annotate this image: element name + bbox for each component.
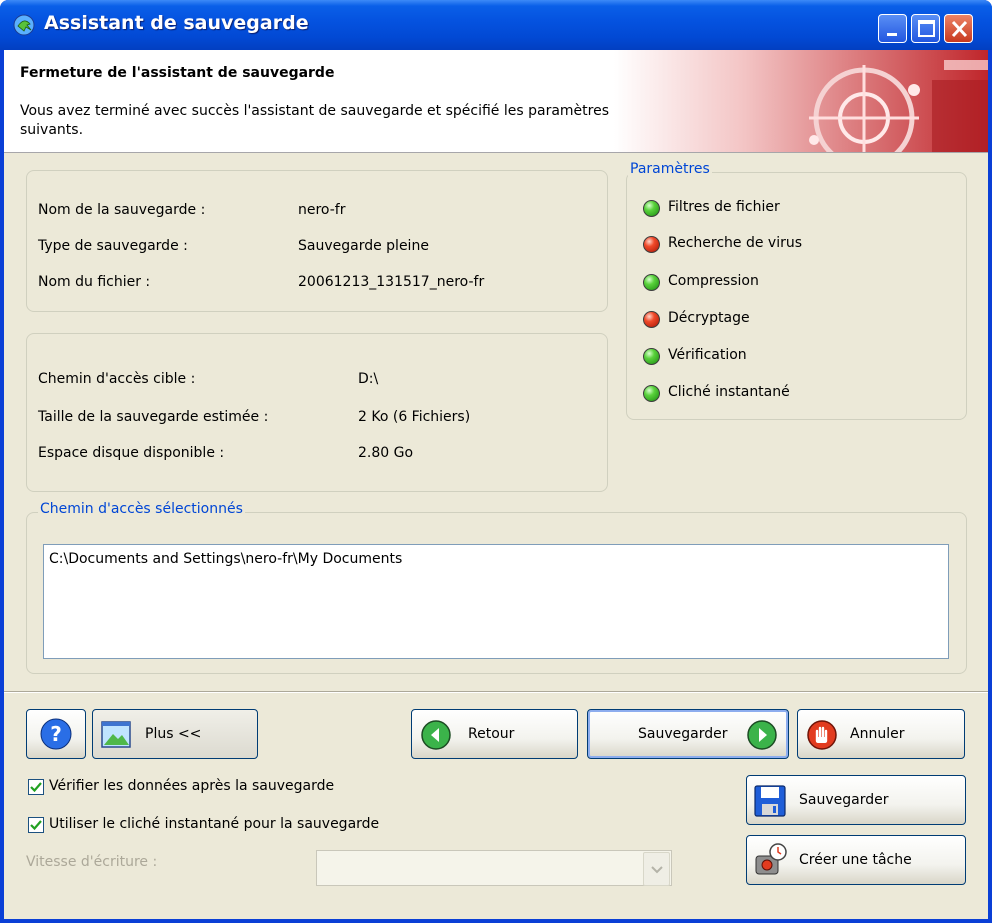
selected-paths-group: Chemin d'accès sélectionnés C:\Documents… [26, 501, 967, 674]
backup-type-label: Type de sauvegarde : [38, 238, 188, 254]
app-icon [13, 14, 35, 36]
create-task-button[interactable]: Créer une tâche [746, 835, 966, 885]
status-red-icon [643, 236, 660, 253]
footer-separator [4, 691, 988, 693]
back-button-label: Retour [468, 726, 515, 742]
create-task-label: Créer une tâche [799, 852, 912, 868]
scheduled-task-icon [755, 843, 787, 875]
status-green-icon [643, 385, 660, 402]
help-icon: ? [40, 718, 72, 750]
stop-hand-icon [807, 720, 837, 750]
backup-wizard-window: Assistant de sauvegarde Fermeture de l'a… [0, 0, 992, 923]
title-bar[interactable]: Assistant de sauvegarde [0, 0, 992, 50]
estimated-size-label: Taille de la sauvegarde estimée : [38, 409, 269, 425]
header-title: Fermeture de l'assistant de sauvegarde [20, 65, 335, 81]
arrow-right-icon [747, 720, 777, 750]
save-button-label: Sauvegarder [638, 726, 728, 742]
selected-paths-list[interactable]: C:\Documents and Settings\nero-fr\My Doc… [43, 544, 949, 659]
header-description: Vous avez terminé avec succès l'assistan… [20, 103, 610, 138]
wizard-client-area: Fermeture de l'assistant de sauvegarde V… [4, 50, 988, 919]
status-green-icon [643, 348, 660, 365]
save-settings-button[interactable]: Sauvegarder [746, 775, 966, 825]
cancel-button-label: Annuler [850, 726, 905, 742]
use-snapshot-label[interactable]: Utiliser le cliché instantané pour la sa… [49, 816, 379, 832]
parameters-group: Paramètres Filtres de fichier Recherche … [626, 161, 967, 420]
close-button[interactable] [944, 14, 973, 43]
checkmark-icon [30, 820, 42, 831]
more-button[interactable]: Plus << [92, 709, 258, 759]
param-verification: Vérification [668, 347, 747, 363]
selected-path-item[interactable]: C:\Documents and Settings\nero-fr\My Doc… [49, 551, 402, 567]
svg-text:?: ? [50, 722, 62, 746]
help-button[interactable]: ? [26, 709, 86, 759]
close-icon [951, 20, 968, 38]
param-compression: Compression [668, 273, 759, 289]
arrow-left-icon [421, 720, 451, 750]
dropdown-arrow[interactable] [643, 852, 670, 886]
options-panel-icon [101, 721, 131, 748]
more-button-label: Plus << [145, 726, 202, 742]
param-virus-scan: Recherche de virus [668, 235, 803, 251]
backup-target-group: Chemin d'accès cible : D:\ Taille de la … [26, 333, 608, 492]
target-path-label: Chemin d'accès cible : [38, 371, 196, 387]
wizard-header: Fermeture de l'assistant de sauvegarde V… [4, 50, 988, 153]
verify-data-label[interactable]: Vérifier les données après la sauvegarde [49, 778, 334, 794]
window-title: Assistant de sauvegarde [44, 12, 309, 34]
backup-name-value: nero-fr [298, 202, 346, 218]
status-red-icon [643, 311, 660, 328]
checkmark-icon [30, 782, 42, 793]
maximize-icon [918, 20, 935, 37]
param-decryption: Décryptage [668, 310, 750, 326]
free-space-value: 2.80 Go [358, 445, 414, 461]
estimated-size-value: 2 Ko (6 Fichiers) [358, 409, 471, 425]
param-snapshot: Cliché instantané [668, 384, 790, 400]
free-space-label: Espace disque disponible : [38, 445, 225, 461]
backup-name-label: Nom de la sauvegarde : [38, 202, 206, 218]
file-name-value: 20061213_131517_nero-fr [298, 274, 485, 290]
write-speed-select[interactable] [316, 850, 672, 886]
minimize-button[interactable] [878, 14, 907, 43]
parameters-legend: Paramètres [628, 161, 712, 177]
floppy-disk-icon [754, 785, 786, 817]
backup-summary-group: Nom de la sauvegarde : nero-fr Type de s… [26, 170, 608, 312]
selected-paths-legend: Chemin d'accès sélectionnés [38, 501, 245, 517]
save-settings-label: Sauvegarder [799, 792, 889, 808]
param-file-filters: Filtres de fichier [668, 199, 780, 215]
minimize-icon [887, 33, 897, 36]
vault-door-banner [614, 50, 988, 152]
file-name-label: Nom du fichier : [38, 274, 151, 290]
chevron-down-icon [651, 866, 663, 874]
verify-data-checkbox[interactable] [28, 779, 44, 795]
backup-type-value: Sauvegarde pleine [298, 238, 429, 254]
target-path-value: D:\ [358, 371, 379, 387]
save-button[interactable]: Sauvegarder [587, 709, 789, 759]
status-green-icon [643, 274, 660, 291]
back-button[interactable]: Retour [411, 709, 578, 759]
maximize-button[interactable] [911, 14, 940, 43]
use-snapshot-checkbox[interactable] [28, 817, 44, 833]
status-green-icon [643, 200, 660, 217]
cancel-button[interactable]: Annuler [797, 709, 965, 759]
write-speed-label: Vitesse d'écriture : [26, 854, 158, 870]
